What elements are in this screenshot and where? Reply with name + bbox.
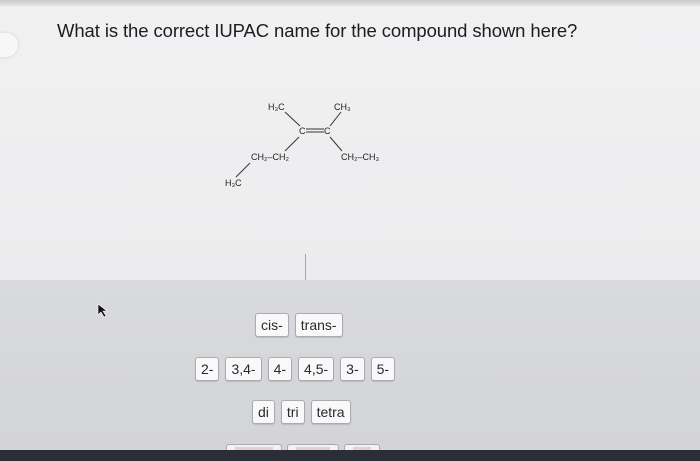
mouse-pointer-icon (97, 303, 108, 318)
stereo-tile-row: cis- trans- (255, 313, 349, 337)
drop-zone-divider (305, 254, 306, 280)
tile-tri[interactable]: tri (280, 400, 305, 424)
tile-locant-4-5[interactable]: 4,5- (298, 357, 335, 381)
ch2ch3-label: CH₂–CH₃ (341, 152, 379, 162)
ch2ch2-label: CH₂–CH₂ (251, 152, 289, 162)
c-right-label: C (324, 126, 331, 136)
tile-locant-3-4[interactable]: 3,4- (225, 357, 262, 381)
multiplier-tile-row: di tri tetra (252, 400, 357, 424)
tile-tetra[interactable]: tetra (310, 400, 351, 424)
bond-ch2-h3c (235, 162, 251, 178)
h3c-top-label: H₃C (268, 102, 285, 112)
tile-locant-5[interactable]: 5- (370, 357, 396, 381)
tile-locant-2[interactable]: 2- (195, 357, 220, 381)
tile-trans[interactable]: trans- (294, 313, 343, 337)
bond-ch3-c (329, 111, 342, 127)
bond-c-ch2 (284, 136, 300, 152)
tile-locant-4[interactable]: 4- (267, 357, 293, 381)
ch3-top-label: CH₃ (334, 102, 351, 112)
bond-h3c-c (284, 111, 301, 127)
chemical-structure: H₃C CH₃ C C CH₂–CH₂ CH₂–CH₃ H₃C (225, 102, 379, 188)
tile-cis[interactable]: cis- (255, 313, 289, 337)
c-left-label: C (299, 126, 306, 136)
bottom-bar (0, 450, 700, 461)
locant-tile-row: 2- 3,4- 4- 4,5- 3- 5- (195, 357, 401, 381)
tile-di[interactable]: di (252, 400, 275, 424)
bond-c-ch2-right (329, 136, 343, 152)
h3c-bottom-label: H₃C (225, 178, 242, 188)
tile-locant-3[interactable]: 3- (340, 357, 365, 381)
